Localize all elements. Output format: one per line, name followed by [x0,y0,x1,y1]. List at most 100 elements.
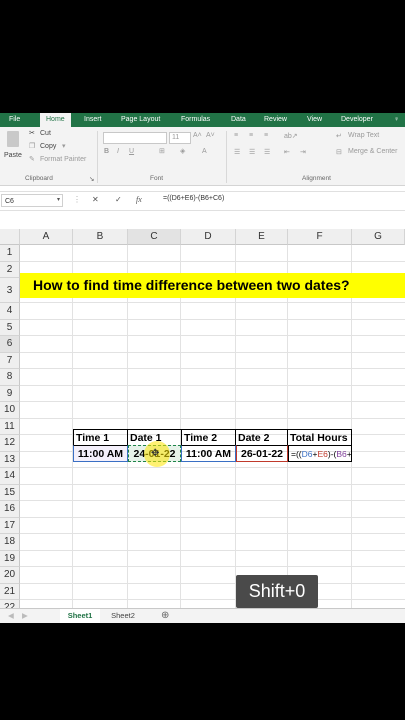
increase-indent-icon[interactable]: ⇥ [300,148,306,156]
underline-icon[interactable]: U [129,148,134,155]
merge-center-button[interactable]: Merge & Center [348,148,397,155]
shrink-font-icon[interactable]: A˅ [206,132,215,139]
worksheet-grid[interactable]: A B C D E F G 1 2 3 4 5 6 7 8 9 10 11 12 13 14 15 16 17 1… [0,229,405,617]
column-header[interactable]: E [236,229,288,245]
merge-icon: ⊟ [336,149,342,156]
grid-line [20,599,405,600]
bold-icon[interactable]: B [104,148,109,155]
row-header[interactable]: 1 [0,245,20,262]
formula-bar: C6 ▾ ⋮ ✕ ✓ fx =((D6+E6)-(B6+C6) [0,191,405,211]
select-all-corner[interactable] [0,229,20,245]
cut-button[interactable]: Cut [40,130,51,137]
enter-icon[interactable]: ✓ [115,195,122,204]
tab-review[interactable]: Review [264,113,287,127]
column-header[interactable]: G [352,229,405,245]
borders-icon[interactable]: ⊞ [159,147,165,155]
fill-color-icon[interactable]: ◈ [180,147,185,155]
cell-e6[interactable]: 26-01-22 [236,445,288,462]
grid-line [20,549,405,551]
column-header[interactable]: A [20,229,73,245]
ref-e6: E6 [317,449,328,459]
scissors-icon: ✂ [29,130,35,137]
wrap-text-icon: ↵ [336,133,342,140]
header-total-hours[interactable]: Total Hours [287,429,352,446]
insert-function-icon[interactable]: fx [136,195,142,204]
font-size-value: 11 [172,134,180,141]
row-header[interactable]: 2 [0,261,20,278]
add-sheet-icon[interactable]: ⊕ [161,609,169,623]
align-middle-icon[interactable]: ≡ [249,132,253,139]
row-header[interactable]: 17 [0,517,20,534]
copy-icon: ❐ [29,143,36,150]
column-header[interactable]: F [288,229,352,245]
row-header[interactable]: 20 [0,567,20,584]
column-header[interactable]: C [128,229,181,245]
tab-page-layout[interactable]: Page Layout [121,113,160,127]
align-left-icon[interactable]: ☰ [234,148,240,156]
format-painter-button[interactable]: Format Painter [40,156,86,163]
row-header[interactable]: 14 [0,468,20,485]
row-header[interactable]: 11 [0,418,20,435]
row-header[interactable]: 18 [0,534,20,551]
align-top-icon[interactable]: ≡ [234,132,238,139]
cell-d6[interactable]: 11:00 AM [181,445,236,462]
tab-insert[interactable]: Insert [84,113,102,127]
font-size-box[interactable]: 11 [169,132,191,144]
grid-line [180,245,181,608]
font-color-icon[interactable]: A [202,148,207,155]
cancel-icon[interactable]: ✕ [92,195,99,204]
sheet-nav-next-icon[interactable]: ▶ [22,609,28,623]
decrease-indent-icon[interactable]: ⇤ [284,148,290,156]
row-header[interactable]: 4 [0,303,20,320]
cell-f6-formula[interactable]: =((D6+E6)-(B6+C6) [288,445,352,462]
formula-input[interactable]: =((D6+E6)-(B6+C6) [163,195,224,202]
row-header[interactable]: 6 [0,336,20,353]
column-header[interactable]: D [181,229,236,245]
header-date2[interactable]: Date 2 [235,429,288,446]
formula-part: =(( [291,449,302,459]
row-header[interactable]: 21 [0,583,20,600]
sheet-tab-sheet2[interactable]: Sheet2 [104,609,142,623]
cell-b6[interactable]: 11:00 AM [73,445,128,462]
row-header[interactable]: 3 [0,278,20,303]
row-header[interactable]: 12 [0,435,20,452]
wrap-text-button[interactable]: Wrap Text [348,132,379,139]
grid-line [20,582,405,584]
tab-developer[interactable]: Developer [341,113,373,127]
orientation-icon[interactable]: ab↗ [284,132,298,140]
ribbon-tab-bar: File Home Insert Page Layout Formulas Da… [0,113,405,127]
row-header[interactable]: 10 [0,402,20,419]
header-time2[interactable]: Time 2 [181,429,236,446]
paste-button[interactable]: Paste [4,130,22,159]
align-right-icon[interactable]: ☰ [264,148,270,156]
column-header[interactable]: B [73,229,128,245]
name-box[interactable]: C6 [1,194,63,207]
name-box-dropdown-icon[interactable]: ▾ [57,196,60,203]
brush-icon: ✎ [29,156,35,163]
row-header[interactable]: 19 [0,550,20,567]
tab-file[interactable]: File [9,113,20,127]
tab-view[interactable]: View [307,113,322,127]
row-header[interactable]: 9 [0,385,20,402]
tab-data[interactable]: Data [231,113,246,127]
font-name-box[interactable] [103,132,167,144]
row-header[interactable]: 8 [0,369,20,386]
tell-me-icon[interactable]: ♀ [394,113,399,127]
copy-button[interactable]: Copy [40,143,56,150]
clipboard-launcher-icon[interactable]: ↘ [89,175,94,183]
sheet-nav-prev-icon[interactable]: ◀ [8,609,14,623]
tab-home[interactable]: Home [40,113,71,127]
header-time1[interactable]: Time 1 [73,429,128,446]
row-header[interactable]: 13 [0,451,20,468]
align-center-icon[interactable]: ☰ [249,148,255,156]
sheet-tab-sheet1[interactable]: Sheet1 [60,609,100,623]
align-bottom-icon[interactable]: ≡ [264,132,268,139]
row-header[interactable]: 5 [0,319,20,336]
tab-formulas[interactable]: Formulas [181,113,210,127]
italic-icon[interactable]: I [117,148,119,155]
grow-font-icon[interactable]: A˄ [193,132,202,139]
copy-dropdown-icon[interactable]: ▾ [62,142,66,150]
row-header[interactable]: 7 [0,352,20,369]
row-header[interactable]: 16 [0,501,20,518]
row-header[interactable]: 15 [0,484,20,501]
